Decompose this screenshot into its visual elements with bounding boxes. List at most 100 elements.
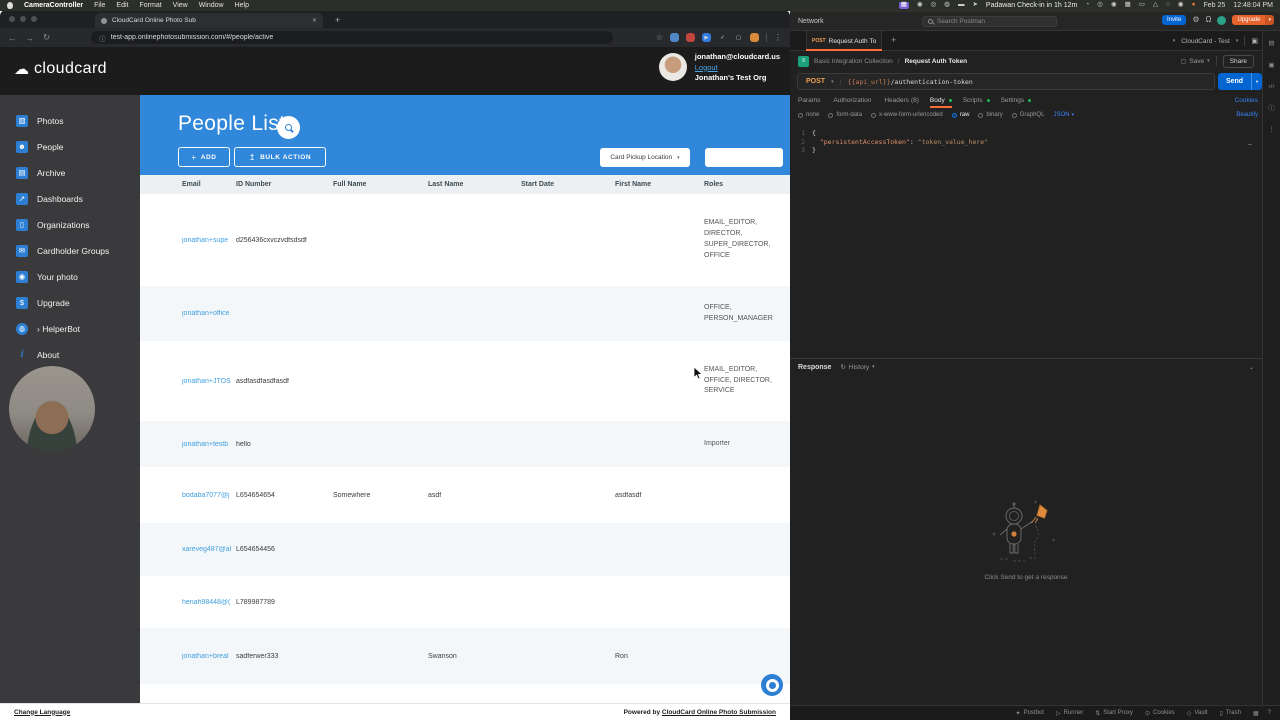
reminder-arrow-icon[interactable]: ➤ xyxy=(972,2,977,9)
menubar-date[interactable]: Feb 25 xyxy=(1204,2,1226,9)
new-request-tab-button[interactable]: + xyxy=(891,36,896,45)
info-icon[interactable]: ⓘ xyxy=(1268,105,1275,113)
menubar-menu[interactable]: Help xyxy=(235,2,249,9)
request-tab[interactable]: POST Request Auth Token xyxy=(806,31,882,51)
environment-selector[interactable]: CloudCard - Test xyxy=(1181,38,1230,45)
notifications-bell-icon[interactable]: Ω xyxy=(1205,16,1211,24)
sidebar-item[interactable]: ◉ Your photo xyxy=(0,264,140,290)
fold-line-icon[interactable]: − xyxy=(1247,140,1252,149)
bookmark-star-icon[interactable]: ☆ xyxy=(656,33,663,42)
sidebar-item[interactable]: ✉ Cardholder Groups xyxy=(0,238,140,264)
body-mode-radio[interactable]: x-www-form-urlencoded xyxy=(871,112,943,118)
table-row[interactable]: jonathan+breal sadferwer333 Swanson Ron xyxy=(140,628,790,684)
more-actions-icon[interactable]: ⋮ xyxy=(1268,126,1275,134)
table-header-cell[interactable]: Last Name xyxy=(428,181,521,188)
profile-avatar-icon[interactable] xyxy=(750,33,759,42)
menubar-clock[interactable]: 12:48:04 PM xyxy=(1233,2,1273,9)
reload-icon[interactable]: ↻ xyxy=(43,32,50,43)
request-config-tab[interactable]: Authorization xyxy=(833,97,873,104)
documentation-icon[interactable]: ▤ xyxy=(1268,40,1274,48)
menubar-menu[interactable]: View xyxy=(173,2,188,9)
cell-email[interactable]: jonathan+office xyxy=(182,310,236,317)
invite-button[interactable]: Invite xyxy=(1161,15,1187,25)
cell-email[interactable]: jonathan+testb xyxy=(182,441,236,448)
share-button[interactable]: Share xyxy=(1222,54,1254,68)
runner-item[interactable]: ▷ Runner xyxy=(1056,710,1083,717)
sidebar-item[interactable]: ◍ › HelperBot xyxy=(0,316,140,342)
table-row[interactable]: jonathan+testb hello Importer xyxy=(140,421,790,467)
panel-toggle-icon[interactable]: ▦ xyxy=(1253,710,1259,717)
change-language-link[interactable]: Change Language xyxy=(14,709,70,716)
wifi-icon[interactable]: △ xyxy=(1153,2,1158,9)
table-header-cell[interactable]: Email xyxy=(182,181,236,188)
collection-icon[interactable]: ≡ xyxy=(798,55,809,67)
battery-icon[interactable]: ▭ xyxy=(1139,2,1145,9)
display-icon[interactable]: ▬ xyxy=(958,2,965,9)
table-row[interactable]: jonathan+office OFFICE, PERSON_MANAGER xyxy=(140,286,790,341)
add-button[interactable]: + ADD xyxy=(178,147,230,167)
cookies-link[interactable]: Cookies xyxy=(1235,97,1258,104)
user-avatar[interactable] xyxy=(658,53,687,81)
body-mode-radio[interactable]: raw xyxy=(951,112,969,118)
tab-close-icon[interactable]: ✕ xyxy=(312,17,317,24)
request-config-tab[interactable]: Params xyxy=(798,97,822,104)
request-config-tab[interactable]: Scripts xyxy=(963,97,990,104)
table-header-cell[interactable]: Roles xyxy=(704,181,790,188)
request-url[interactable]: {{api_url}}/authentication-token xyxy=(841,78,973,86)
beautify-link[interactable]: Beautify xyxy=(1236,112,1258,118)
logout-link[interactable]: Logout xyxy=(695,63,780,72)
cell-email[interactable]: xareveg487@al xyxy=(182,546,236,553)
status-icon-2[interactable]: ◎ xyxy=(931,2,937,9)
table-row[interactable]: jonathan+supe d256436cxvczvdfsdsdf EMAIL… xyxy=(140,194,790,286)
control-center-icon[interactable]: ◎ xyxy=(1097,2,1103,9)
request-config-tab[interactable]: Body xyxy=(929,97,952,108)
brightness-icon[interactable]: ◔ xyxy=(1085,2,1089,9)
browser-menu-icon[interactable]: ⋮ xyxy=(774,33,782,42)
chevron-down-icon[interactable]: ▾ xyxy=(1207,58,1210,64)
people-search-input[interactable] xyxy=(705,148,783,167)
extension-red-icon[interactable] xyxy=(686,33,695,42)
site-info-icon[interactable]: ⓘ xyxy=(99,33,106,43)
new-tab-button[interactable]: + xyxy=(335,16,340,25)
trash-item[interactable]: ▯ Trash xyxy=(1220,710,1241,717)
code-snippet-icon[interactable]: ‹/› xyxy=(1268,83,1274,91)
menubar-menu[interactable]: Window xyxy=(199,2,224,9)
send-options-icon[interactable]: ▾ xyxy=(1251,73,1262,90)
api-network-menu[interactable]: Network xyxy=(798,18,824,25)
browser-tab[interactable]: CloudCard Online Photo Sub ✕ xyxy=(95,13,323,28)
request-config-tab[interactable]: Settings xyxy=(1001,97,1032,104)
extension-check-icon[interactable]: ✓ xyxy=(718,33,727,42)
environment-quick-look-icon[interactable]: ▣ xyxy=(1251,38,1258,45)
settings-gear-icon[interactable]: ⚙ xyxy=(1192,16,1199,24)
postbot-item[interactable]: ✦ Postbot xyxy=(1016,710,1044,717)
bulk-action-button[interactable]: ↥ BULK ACTION xyxy=(234,147,326,167)
upgrade-button[interactable]: Upgrade ▾ xyxy=(1232,15,1274,25)
user-switch-icon[interactable]: ◉ xyxy=(1178,2,1184,9)
search-button[interactable] xyxy=(277,116,300,139)
collection-name[interactable]: Basic Integration Collection xyxy=(814,58,893,65)
menubar-menu[interactable]: File xyxy=(94,2,105,9)
table-header-cell[interactable]: ID Number xyxy=(236,181,333,188)
body-editor[interactable]: 1{ 2 "persistentAccessToken": "token_val… xyxy=(790,124,1262,358)
extension-blue-icon[interactable] xyxy=(670,33,679,42)
spotlight-icon[interactable]: ○ xyxy=(1166,2,1170,9)
record-icon[interactable]: ◉ xyxy=(1111,2,1117,9)
back-icon[interactable]: ← xyxy=(8,33,17,43)
extension-video-icon[interactable]: ▶ xyxy=(702,33,711,42)
cell-email[interactable]: henah98448@( xyxy=(182,599,236,606)
menubar-menu[interactable]: Format xyxy=(139,2,161,9)
sidebar-item[interactable]: ☻ People xyxy=(0,134,140,160)
reminder-status-text[interactable]: Padawan Check-in in 1h 12m xyxy=(986,2,1077,9)
forward-icon[interactable]: → xyxy=(26,33,35,43)
body-mode-radio[interactable]: GraphQL xyxy=(1011,112,1044,118)
cookies-item[interactable]: ⊙ Cookies xyxy=(1145,710,1175,717)
table-row[interactable]: henah98448@( L789987789 xyxy=(140,576,790,628)
sidebar-item[interactable]: ▤ Archive xyxy=(0,160,140,186)
comments-icon[interactable]: ▣ xyxy=(1268,62,1274,70)
cell-email[interactable]: jonathan+JTOS xyxy=(182,378,236,385)
card-pickup-location-dropdown[interactable]: Card Pickup Location ▾ xyxy=(600,148,690,167)
apple-menu-icon[interactable] xyxy=(7,2,13,9)
table-header-cell[interactable]: Start Date xyxy=(521,181,615,188)
sidebar-item[interactable]: ▧ Photos xyxy=(0,108,140,134)
extension-page-icon[interactable]: ▢ xyxy=(734,33,743,42)
